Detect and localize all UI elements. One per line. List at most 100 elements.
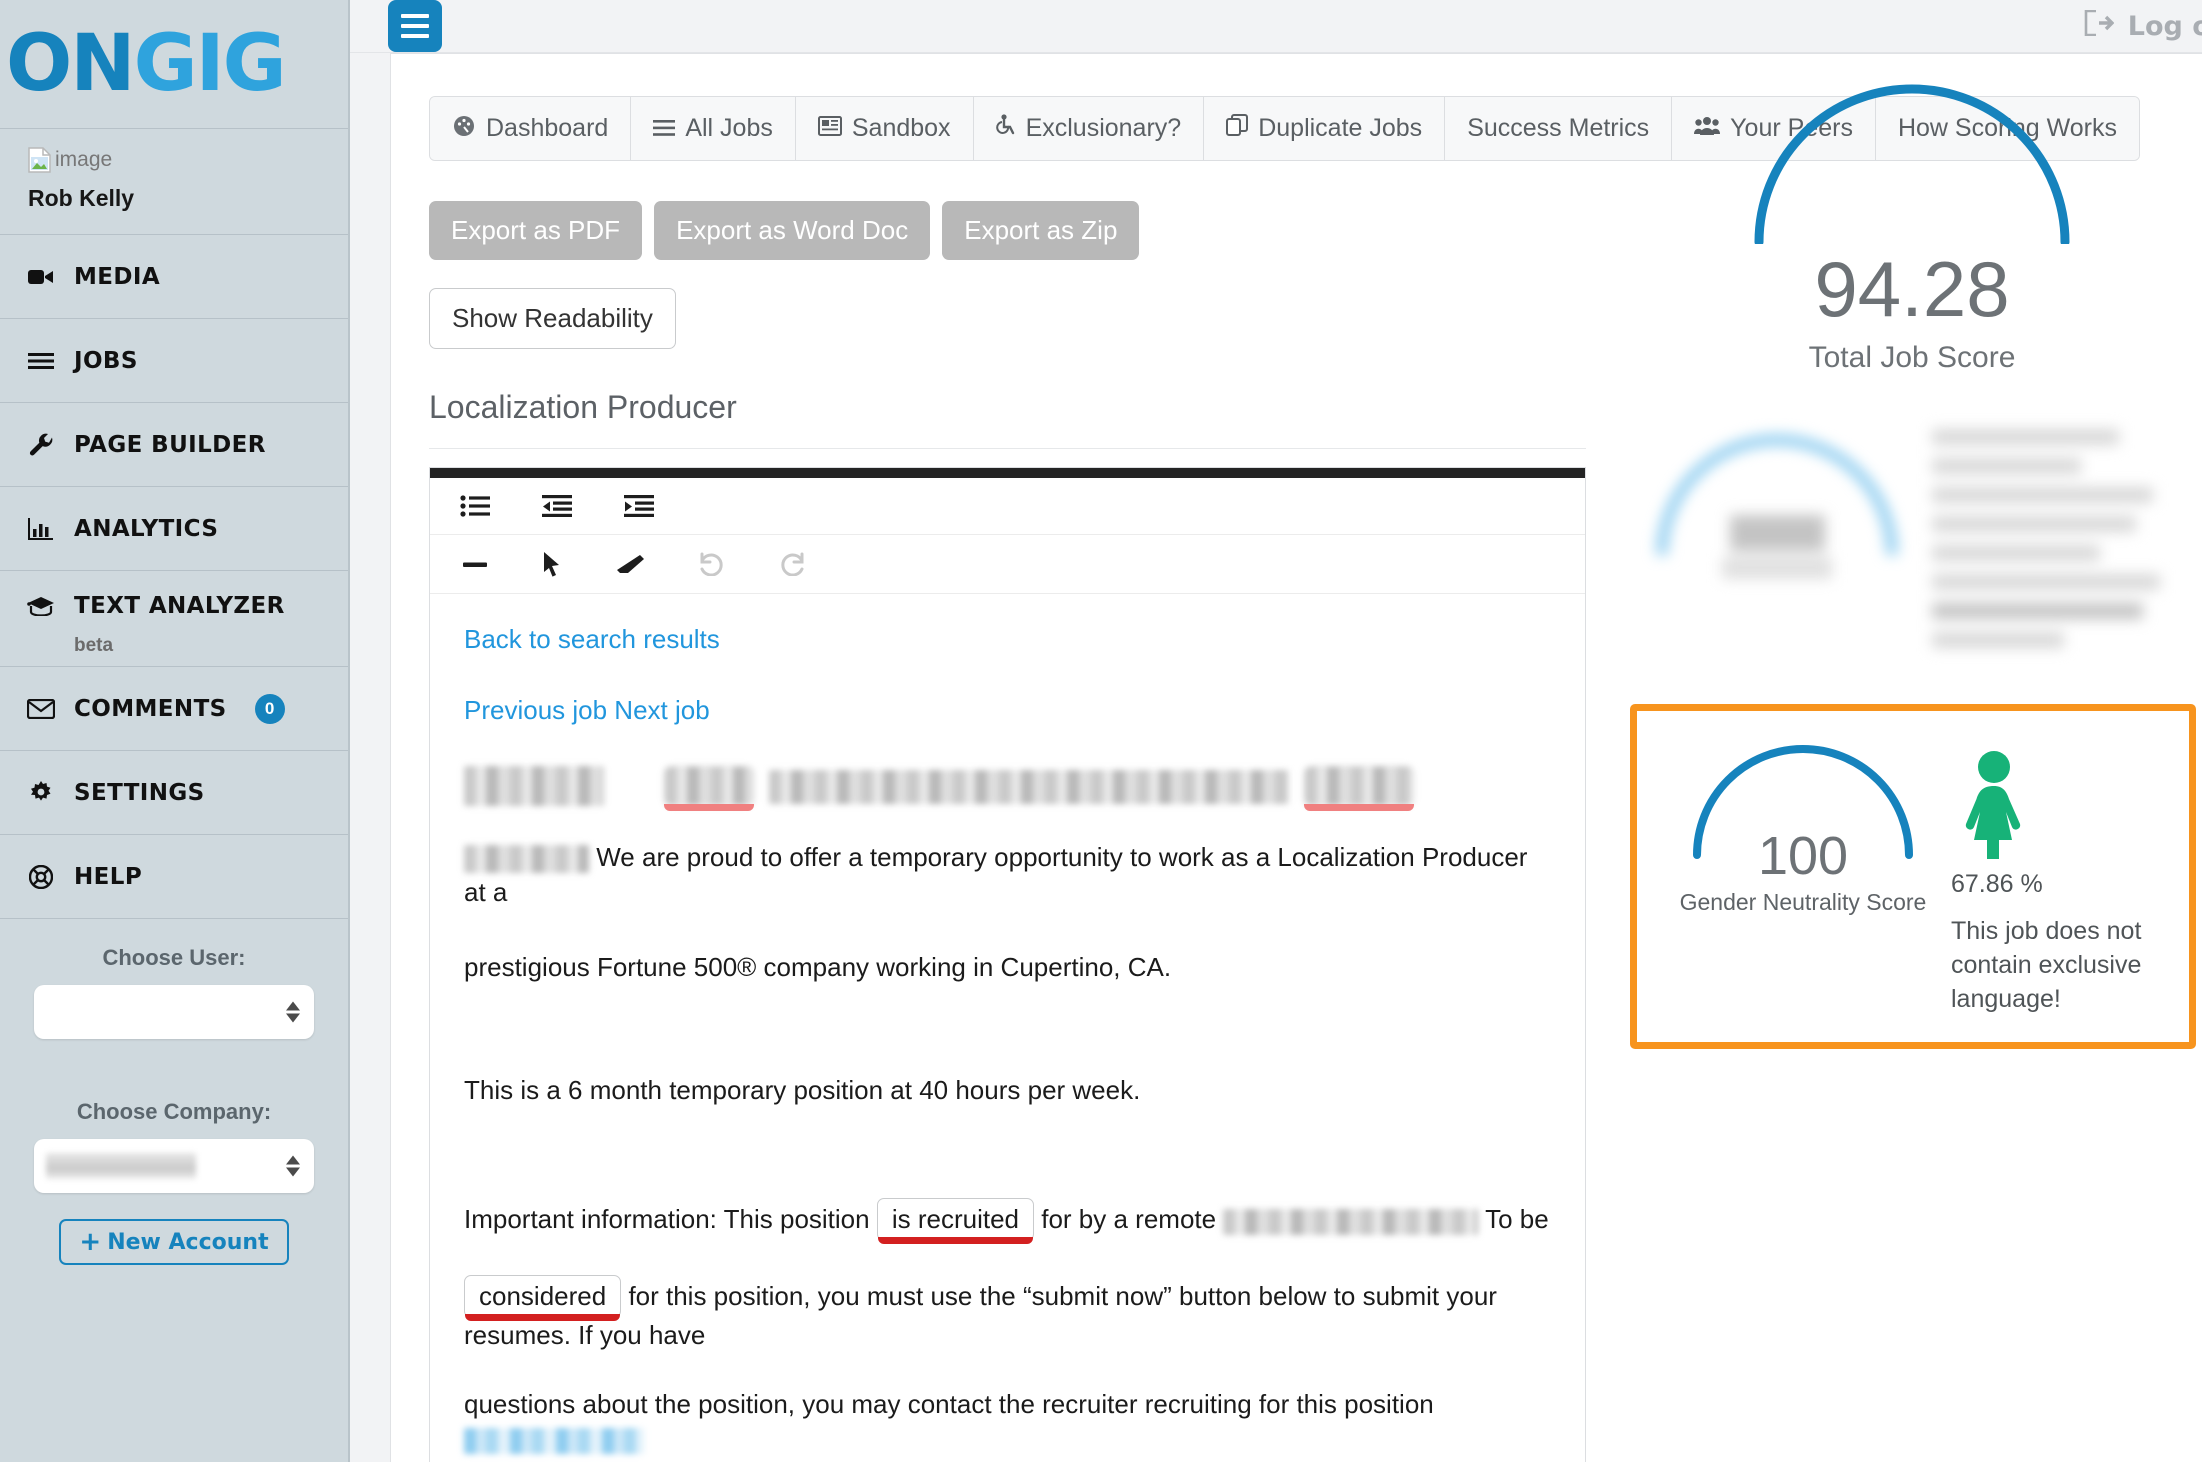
tab-label: Exclusionary? xyxy=(1025,114,1182,142)
important-text-b: for by a remote xyxy=(1041,1204,1217,1235)
important-text-c: To be xyxy=(1485,1204,1549,1235)
tab-dashboard[interactable]: Dashboard xyxy=(430,97,632,160)
tab-label: Dashboard xyxy=(486,114,609,142)
back-to-search-results-link[interactable]: Back to search results xyxy=(464,624,720,655)
editor-toolbar-row-1 xyxy=(430,478,1585,535)
score-panel: 94.28 Total Job Score 100 Gender Neutral… xyxy=(1622,54,2202,1462)
logo-text-on: ON xyxy=(6,19,136,109)
content-card: Dashboard All Jobs Sandbox Exclusionary?… xyxy=(390,53,2202,1462)
menu-toggle-button[interactable] xyxy=(388,0,442,52)
job-paragraph-text: We are proud to offer a temporary opport… xyxy=(464,842,1528,908)
sidebar-item-label: SETTINGS xyxy=(74,779,205,806)
gender-percent: 67.86 % xyxy=(1951,870,2043,898)
flagged-term-is-recruited[interactable]: is recruited xyxy=(876,1198,1034,1244)
redo-icon[interactable] xyxy=(778,552,806,576)
wheelchair-icon xyxy=(995,114,1016,143)
sidebar-item-analytics[interactable]: ANALYTICS xyxy=(0,487,348,571)
bar-chart-icon xyxy=(26,517,56,541)
job-paragraph-important: Important information: This position is … xyxy=(464,1198,1551,1244)
sidebar-item-label: JOBS xyxy=(74,347,138,374)
cursor-select-icon[interactable] xyxy=(542,551,564,577)
flagged-term-considered[interactable]: considered xyxy=(464,1274,622,1321)
sidebar-item-media[interactable]: MEDIA xyxy=(0,235,348,319)
graduation-cap-icon xyxy=(26,596,56,616)
comments-count-badge: 0 xyxy=(254,693,285,724)
sidebar-item-text-analyzer[interactable]: TEXT ANALYZER beta xyxy=(0,571,348,667)
job-description-body[interactable]: Back to search results Previous job Next… xyxy=(430,594,1585,1462)
redacted-text xyxy=(464,766,604,806)
job-paragraph-questions: questions about the position, you may co… xyxy=(464,1387,1551,1457)
list-icon xyxy=(26,352,56,370)
bulleted-list-icon[interactable] xyxy=(460,494,490,518)
logout-button[interactable]: Log ou xyxy=(2084,9,2202,43)
rich-text-editor: Back to search results Previous job Next… xyxy=(429,467,1586,1462)
tab-all-jobs[interactable]: All Jobs xyxy=(631,97,796,160)
plus-icon: + xyxy=(79,1227,102,1257)
gender-neutrality-label: Gender Neutrality Score xyxy=(1679,889,1927,915)
content-left: Dashboard All Jobs Sandbox Exclusionary?… xyxy=(391,54,2140,1462)
stepper-arrows-icon[interactable] xyxy=(286,1155,300,1177)
total-score-label: Total Job Score xyxy=(1808,341,2016,374)
sidebar-item-label: ANALYTICS xyxy=(74,515,219,542)
job-nav-links[interactable]: Previous job Next job xyxy=(464,695,710,726)
app-root: ONGIG image Rob Kelly MEDIA JOBS PAGE BU… xyxy=(0,0,2202,1462)
stepper-arrows-icon[interactable] xyxy=(286,1001,300,1023)
tab-label: All Jobs xyxy=(685,114,773,142)
redacted-text xyxy=(769,770,1289,804)
hamburger-bar xyxy=(401,14,429,18)
export-pdf-button[interactable]: Export as PDF xyxy=(429,201,643,260)
brand-logo[interactable]: ONGIG xyxy=(0,0,348,128)
sidebar-item-help[interactable]: HELP xyxy=(0,835,348,919)
choose-company-section: Choose Company: + New Account xyxy=(0,1073,348,1265)
show-readability-button[interactable]: Show Readability xyxy=(429,288,676,349)
indent-icon[interactable] xyxy=(624,494,654,518)
user-block: image Rob Kelly xyxy=(0,128,348,235)
choose-user-section: Choose User: xyxy=(0,919,348,1039)
job-paragraph: prestigious Fortune 500® company working… xyxy=(464,952,1172,983)
sign-out-icon xyxy=(2084,9,2115,43)
tab-sandbox[interactable]: Sandbox xyxy=(795,97,974,160)
editor-toolbar-row-2 xyxy=(430,535,1585,594)
tab-duplicate-jobs[interactable]: Duplicate Jobs xyxy=(1204,97,1446,160)
redacted-chip xyxy=(664,766,754,806)
sidebar-item-comments[interactable]: COMMENTS 0 xyxy=(0,667,348,751)
sidebar-item-label: PAGE BUILDER xyxy=(74,431,266,458)
sidebar-item-label: TEXT ANALYZER xyxy=(74,593,285,619)
video-camera-icon xyxy=(26,268,56,286)
choose-company-select[interactable] xyxy=(34,1139,314,1193)
editor-top-strip xyxy=(430,468,1585,478)
undo-icon[interactable] xyxy=(698,552,726,576)
sidebar-item-label: MEDIA xyxy=(74,263,161,290)
sidebar-item-settings[interactable]: SETTINGS xyxy=(0,751,348,835)
job-paragraph-considered: considered for this position, you must u… xyxy=(464,1274,1551,1353)
important-text-a: Important information: This position xyxy=(464,1204,870,1235)
choose-company-label: Choose Company: xyxy=(76,1099,272,1124)
blurred-text-block xyxy=(1932,415,2172,648)
choose-user-select[interactable] xyxy=(34,985,314,1039)
dashboard-gauge-icon xyxy=(452,114,476,143)
sidebar-item-label: HELP xyxy=(74,863,143,890)
export-word-button[interactable]: Export as Word Doc xyxy=(654,201,931,260)
tab-exclusionary[interactable]: Exclusionary? xyxy=(973,97,1205,160)
horizontal-rule-icon[interactable] xyxy=(460,554,490,574)
blurred-secondary-stats xyxy=(1642,415,2182,648)
total-score-value: 94.28 xyxy=(1814,245,2010,333)
blurred-gauge xyxy=(1652,415,1902,585)
job-paragraph: This is a 6 month temporary position at … xyxy=(464,1075,1141,1106)
choose-user-label: Choose User: xyxy=(102,945,246,970)
export-zip-button[interactable]: Export as Zip xyxy=(942,201,1140,260)
new-account-button[interactable]: + New Account xyxy=(59,1219,289,1265)
eraser-icon[interactable] xyxy=(616,553,646,575)
main-area: Log ou Dashboard xyxy=(350,0,2202,1462)
gender-neutrality-card: 100 Gender Neutrality Score xyxy=(1663,741,1943,916)
sidebar-item-page-builder[interactable]: PAGE BUILDER xyxy=(0,403,348,487)
sidebar-item-jobs[interactable]: JOBS xyxy=(0,319,348,403)
job-paragraph: We are proud to offer a temporary opport… xyxy=(464,840,1551,910)
outdent-icon[interactable] xyxy=(542,494,572,518)
chip-underline xyxy=(1304,804,1414,811)
wrench-icon xyxy=(26,432,56,458)
user-name: Rob Kelly xyxy=(28,185,135,211)
redacted-chip xyxy=(1304,766,1414,806)
questions-text: questions about the position, you may co… xyxy=(464,1388,1434,1419)
sidebar: ONGIG image Rob Kelly MEDIA JOBS PAGE BU… xyxy=(0,0,350,1462)
